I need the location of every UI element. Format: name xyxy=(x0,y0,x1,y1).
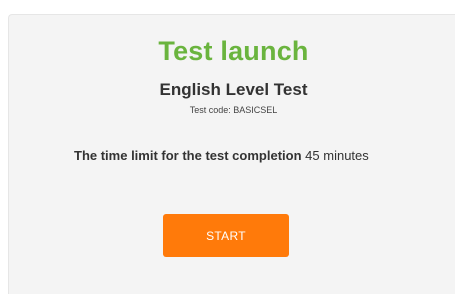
time-limit-value: 45 xyxy=(305,148,320,163)
time-limit-unit: minutes xyxy=(323,148,369,163)
test-code: Test code: BASICSEL xyxy=(189,105,278,115)
page: Test launch English Level Test Test code… xyxy=(0,0,455,294)
time-limit-text: The time limit for the test completion 4… xyxy=(74,146,374,165)
test-name: English Level Test xyxy=(159,80,308,99)
time-limit-label: The time limit for the test completion xyxy=(74,148,302,163)
start-button[interactable]: START xyxy=(163,214,289,257)
page-title: Test launch xyxy=(158,36,309,66)
